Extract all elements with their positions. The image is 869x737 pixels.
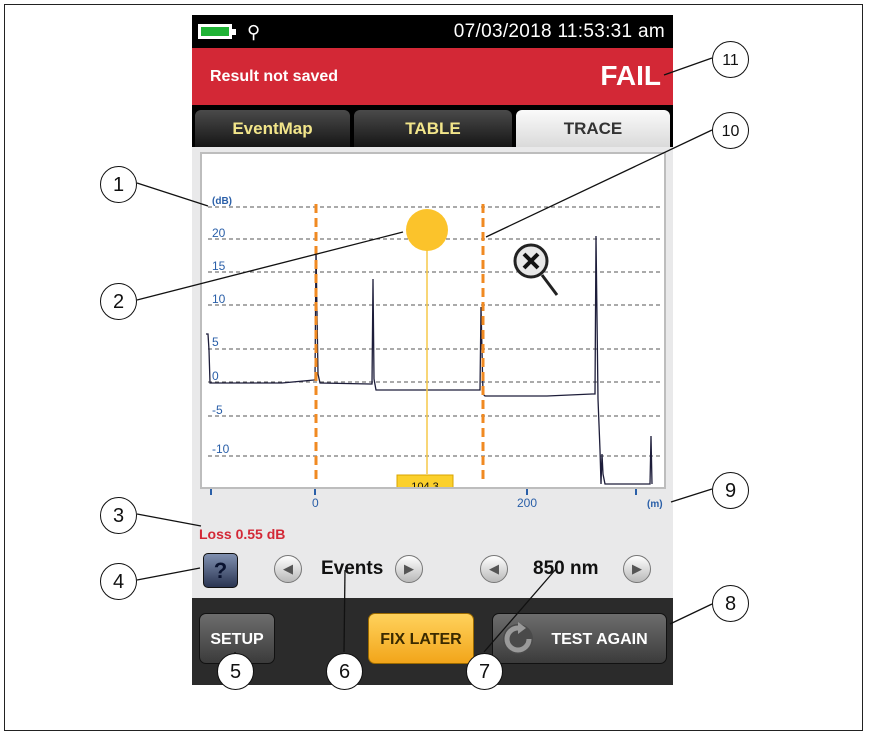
callout-10: 10 [712, 112, 749, 149]
callout-6: 6 [326, 653, 363, 690]
callout-2: 2 [100, 283, 137, 320]
callout-3: 3 [100, 497, 137, 534]
callout-5: 5 [217, 653, 254, 690]
callout-11: 11 [712, 41, 749, 78]
callout-9: 9 [712, 472, 749, 509]
callout-8: 8 [712, 585, 749, 622]
callout-4: 4 [100, 563, 137, 600]
callout-7: 7 [466, 653, 503, 690]
callout-1: 1 [100, 166, 137, 203]
callout-leader-lines [136, 57, 713, 653]
